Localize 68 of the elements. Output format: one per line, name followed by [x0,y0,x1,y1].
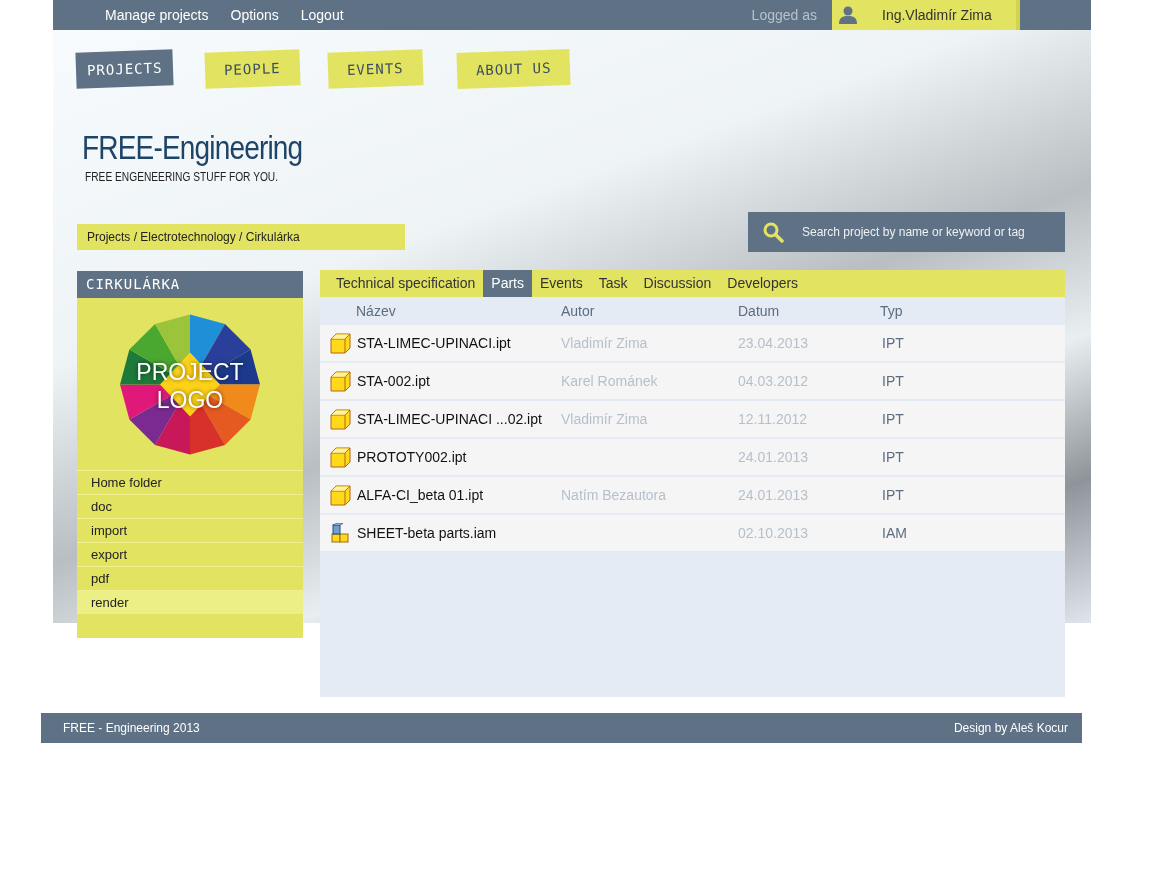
search-icon [763,222,784,243]
file-type: IPT [882,334,904,351]
table-row[interactable]: STA-LIMEC-UPINACI ...02.ipt Vladimír Zima 12.11.2012 IPT [320,401,1065,437]
table-row[interactable]: ALFA-CI_beta 01.ipt Natím Bezautora 24.01.2013 IPT [320,477,1065,513]
column-header[interactable]: Autor [561,300,738,322]
folder-item[interactable]: render [77,590,303,614]
file-type: IPT [882,486,904,503]
content-tab[interactable]: Discussion [635,270,720,297]
author-name: Vladimír Zima [561,410,648,427]
cube-icon [330,446,351,468]
author-name: Vladimír Zima [561,334,648,351]
nav-tab[interactable]: PROJECTS [75,49,175,89]
content-tab[interactable]: Technical specification [328,270,484,297]
nav-tab[interactable]: PEOPLE [204,49,301,89]
file-type: IPT [882,410,904,427]
table-row[interactable]: PROTOTY002.ipt 24.01.2013 IPT [320,439,1065,475]
top-nav-link[interactable]: Logout [300,4,344,26]
project-title: CIRKULÁRKA [77,271,303,298]
file-date: 24.01.2013 [738,486,809,503]
column-header[interactable]: Datum [738,300,880,322]
user-name: Ing.Vladimír Zima [882,5,992,25]
table-row[interactable]: STA-002.ipt Karel Románek 04.03.2012 IPT [320,363,1065,399]
file-name: STA-LIMEC-UPINACI.ipt [357,333,511,353]
nav-tab[interactable]: ABOUT US [456,49,571,89]
file-date: 02.10.2013 [738,524,809,541]
folder-item[interactable]: Home folder [77,470,303,494]
person-icon [839,6,857,24]
table-row[interactable]: SHEET-beta parts.iam 02.10.2013 IAM [320,515,1065,551]
cube-icon [330,370,351,392]
search-field[interactable]: Search project by name or keyword or tag [748,212,1065,252]
logged-as-label: Logged as [751,5,817,25]
breadcrumb: Projects / Electrotechnology / Cirkulárka [77,224,405,250]
file-name: SHEET-beta parts.iam [357,523,497,543]
column-header[interactable]: Název [320,300,561,322]
folder-item[interactable]: doc [77,494,303,518]
file-date: 24.01.2013 [738,448,809,465]
folder-item[interactable]: import [77,518,303,542]
table-row[interactable]: STA-LIMEC-UPINACI.ipt Vladimír Zima 23.04.2013 IPT [320,325,1065,361]
file-date: 12.11.2012 [738,410,808,427]
column-header[interactable]: Typ [880,300,980,322]
stacked-cubes-icon [330,522,351,544]
author-name: Natím Bezautora [561,486,667,503]
file-type: IAM [882,524,907,541]
file-date: 04.03.2012 [738,372,809,389]
content-tab[interactable]: Task [590,270,636,297]
content-tab[interactable]: Developers [719,270,807,297]
file-type: IPT [882,372,904,389]
cube-icon [330,484,351,506]
file-name: ALFA-CI_beta 01.ipt [357,485,484,505]
content-tab[interactable]: Parts [483,270,532,297]
site-tagline: FREE ENGENEERING STUFF FOR YOU. [85,169,280,186]
top-nav-link[interactable]: Manage projects [105,4,209,26]
file-name: STA-LIMEC-UPINACI ...02.ipt [357,409,542,429]
file-date: 23.04.2013 [738,334,809,351]
file-type: IPT [882,448,904,465]
cube-icon [330,408,351,430]
footer-credit: Design by Aleš Kocur [953,720,1068,737]
author-name: Karel Románek [561,372,658,389]
file-name: STA-002.ipt [357,371,430,391]
site-title: FREE-Engineering [82,128,303,168]
user-badge[interactable]: Ing.Vladimír Zima [832,0,1020,30]
top-nav-link[interactable]: Options [230,4,279,26]
footer-copyright: FREE - Engineering 2013 [63,720,200,737]
file-name: PROTOTY002.ipt [357,447,467,467]
nav-tab[interactable]: EVENTS [327,49,424,89]
cube-icon [330,332,351,354]
content-tab[interactable]: Events [532,270,591,297]
folder-item[interactable]: export [77,542,303,566]
